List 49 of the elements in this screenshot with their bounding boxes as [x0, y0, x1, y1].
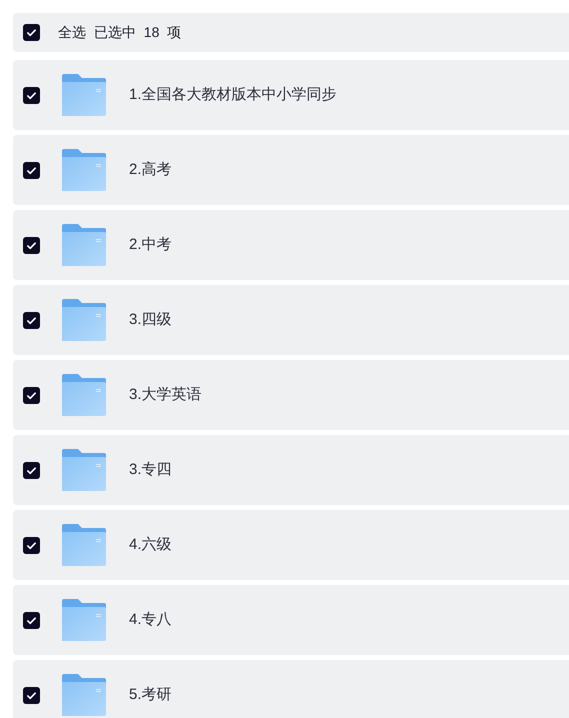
- folder-row[interactable]: 3.专四: [13, 435, 569, 505]
- folder-row[interactable]: 3.大学英语: [13, 360, 569, 430]
- checkmark-icon: [26, 390, 37, 400]
- folder-icon: [61, 74, 107, 116]
- folder-row[interactable]: 4.六级: [13, 510, 569, 580]
- folder-name: 2.高考: [129, 160, 172, 180]
- checkbox[interactable]: [23, 536, 40, 554]
- folder-icon: [61, 674, 107, 716]
- folder-row[interactable]: 5.考研: [13, 660, 569, 718]
- checkbox[interactable]: [23, 386, 40, 404]
- folder-icon: [61, 149, 107, 191]
- checkbox[interactable]: [23, 462, 40, 478]
- folder-name: 3.专四: [129, 460, 172, 480]
- selection-count: 已选中 18 项: [94, 23, 182, 42]
- checkmark-icon: [26, 27, 37, 38]
- checkmark-icon: [26, 314, 37, 326]
- folder-name: 5.考研: [129, 684, 172, 705]
- folder-icon: [61, 599, 107, 641]
- checkbox[interactable]: [23, 612, 40, 628]
- folder-row[interactable]: 2.中考: [13, 210, 569, 280]
- folder-name: 4.六级: [129, 534, 172, 555]
- folder-row[interactable]: 4.专八: [13, 585, 569, 655]
- folder-icon: [61, 524, 107, 566]
- checkmark-icon: [26, 90, 37, 100]
- checkmark-icon: [26, 164, 37, 176]
- folder-row[interactable]: 3.四级: [13, 285, 569, 355]
- checkbox[interactable]: [23, 86, 40, 104]
- folder-name: 3.大学英语: [129, 384, 202, 405]
- checkbox[interactable]: [23, 686, 40, 704]
- checkbox[interactable]: [23, 162, 40, 178]
- checkmark-icon: [26, 240, 37, 250]
- checkmark-icon: [26, 464, 37, 476]
- folder-row[interactable]: 2.高考: [13, 135, 569, 205]
- checkbox[interactable]: [23, 312, 40, 328]
- folder-icon: [61, 449, 107, 491]
- folder-icon: [61, 374, 107, 416]
- folder-row[interactable]: 1.全国各大教材版本中小学同步: [13, 60, 569, 130]
- folder-name: 4.专八: [129, 610, 172, 630]
- select-all-label[interactable]: 全选: [58, 22, 86, 43]
- checkbox[interactable]: [23, 24, 40, 41]
- folder-name: 1.全国各大教材版本中小学同步: [129, 84, 337, 105]
- checkbox[interactable]: [23, 236, 40, 254]
- checkmark-icon: [26, 690, 37, 700]
- checkmark-icon: [26, 540, 37, 550]
- folder-icon: [61, 299, 107, 341]
- folder-name: 2.中考: [129, 234, 172, 255]
- folder-icon: [61, 224, 107, 266]
- folder-name: 3.四级: [129, 310, 172, 330]
- checkmark-icon: [26, 614, 37, 626]
